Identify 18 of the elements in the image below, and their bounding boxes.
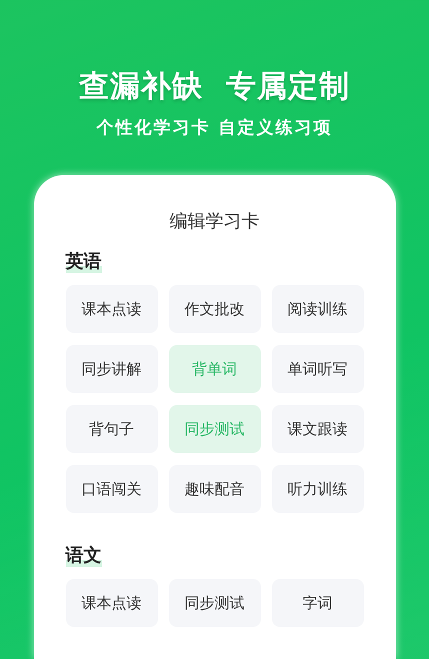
section-title: 语文 (66, 543, 102, 567)
option-chip[interactable]: 单词听写 (272, 345, 364, 393)
section-title: 英语 (66, 249, 102, 273)
option-chip[interactable]: 课本点读 (66, 285, 158, 333)
option-chip[interactable]: 口语闯关 (66, 465, 158, 513)
option-chip[interactable]: 同步测试 (168, 579, 260, 627)
option-chip[interactable]: 同步讲解 (66, 345, 158, 393)
headline: 查漏补缺 专属定制 (79, 68, 350, 106)
option-chip[interactable]: 趣味配音 (168, 465, 260, 513)
option-chip[interactable]: 字词 (272, 579, 364, 627)
option-chip[interactable]: 课文跟读 (272, 405, 364, 453)
card-title: 编辑学习卡 (170, 210, 260, 233)
option-chip[interactable]: 阅读训练 (272, 285, 364, 333)
subheadline: 个性化学习卡 自定义练习项 (96, 117, 332, 139)
option-chip[interactable]: 听力训练 (272, 465, 364, 513)
option-chip[interactable]: 背句子 (66, 405, 158, 453)
option-chip[interactable]: 作文批改 (168, 285, 260, 333)
option-chip[interactable]: 课本点读 (66, 579, 158, 627)
